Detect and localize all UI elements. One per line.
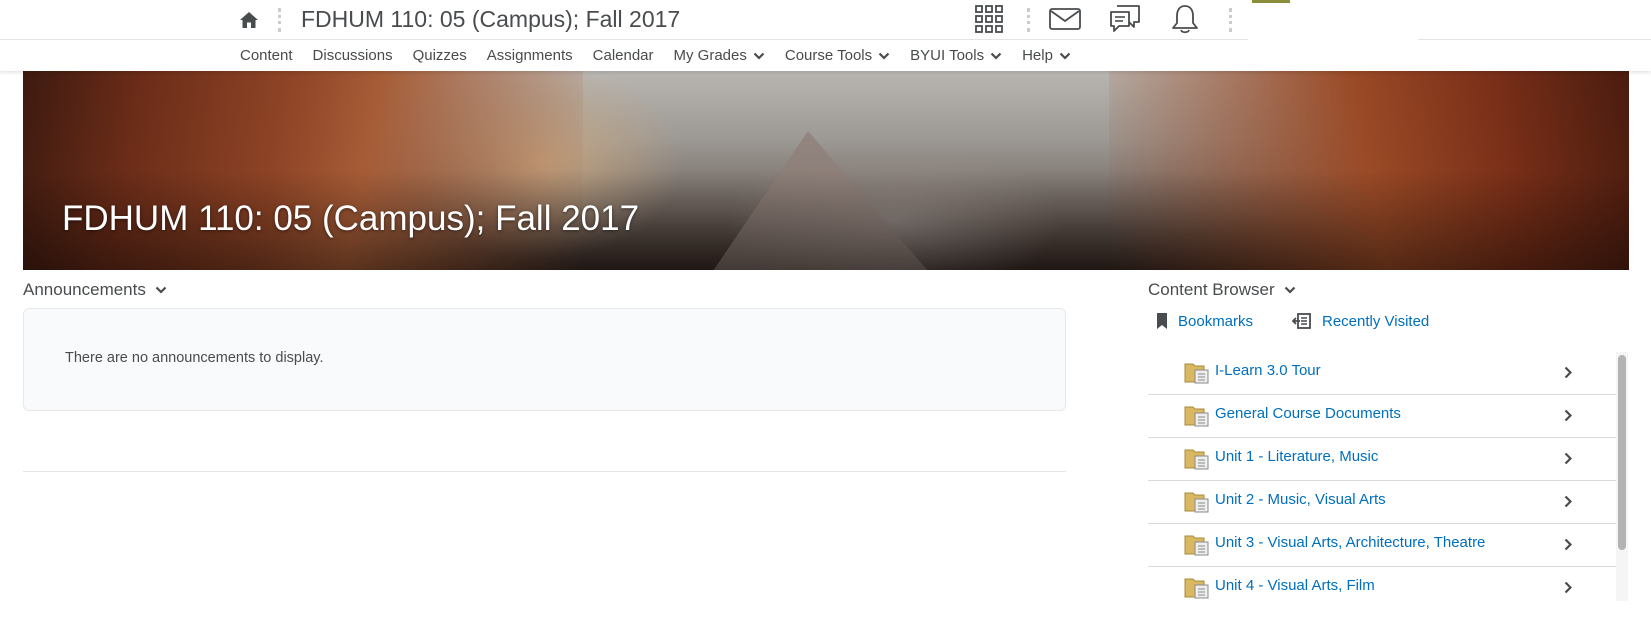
banner-shade: [23, 71, 1629, 270]
nav-content[interactable]: Content: [240, 47, 293, 64]
folder-icon: [1184, 575, 1210, 601]
chevron-right-icon: [1564, 495, 1573, 513]
notifications-button[interactable]: [1167, 2, 1203, 36]
chevron-down-icon: [1284, 286, 1296, 294]
course-selector-button[interactable]: [971, 2, 1007, 36]
list-item[interactable]: Unit 4 - Visual Arts, Film: [1148, 567, 1618, 601]
discussions-alerts-button[interactable]: [1107, 2, 1143, 36]
chat-bubbles-icon: [1110, 5, 1140, 32]
list-item[interactable]: General Course Documents: [1148, 395, 1618, 438]
content-browser-widget-title[interactable]: Content Browser: [1148, 280, 1296, 300]
folder-icon: [1184, 403, 1210, 432]
folder-icon: [1184, 532, 1210, 561]
chevron-right-icon: [1564, 409, 1573, 427]
chevron-right-icon: [1564, 366, 1573, 384]
nav-label: Discussions: [312, 47, 393, 64]
list-item-label: Unit 3 - Visual Arts, Architecture, Thea…: [1215, 534, 1486, 551]
divider: [278, 8, 281, 32]
divider: [23, 471, 1066, 472]
banner-title: FDHUM 110: 05 (Campus); Fall 2017: [62, 199, 640, 238]
bookmark-icon: [1156, 312, 1168, 330]
mail-icon: [1049, 8, 1081, 30]
chevron-down-icon: [155, 286, 167, 294]
announcements-widget-title[interactable]: Announcements: [23, 280, 167, 300]
nav-label: BYUI Tools: [910, 47, 985, 64]
nav-course-tools[interactable]: Course Tools: [785, 47, 890, 64]
divider: [1229, 8, 1232, 32]
user-menu[interactable]: [1248, 0, 1418, 40]
nav-byui-tools[interactable]: BYUI Tools: [910, 47, 1002, 64]
recently-visited-label: Recently Visited: [1322, 312, 1430, 330]
course-banner-image: FDHUM 110: 05 (Campus); Fall 2017: [23, 71, 1629, 270]
list-item-label: Unit 2 - Music, Visual Arts: [1215, 491, 1386, 508]
bookmarks-link[interactable]: Bookmarks: [1156, 312, 1253, 330]
home-button[interactable]: [236, 8, 262, 32]
nav-quizzes[interactable]: Quizzes: [413, 47, 467, 64]
messages-button[interactable]: [1047, 2, 1083, 36]
list-item[interactable]: I-Learn 3.0 Tour: [1148, 352, 1618, 395]
nav-label: My Grades: [673, 47, 747, 64]
list-item[interactable]: Unit 3 - Visual Arts, Architecture, Thea…: [1148, 524, 1618, 567]
nav-calendar[interactable]: Calendar: [593, 47, 654, 64]
bookmarks-label: Bookmarks: [1178, 312, 1254, 330]
nav-label: Help: [1022, 47, 1053, 64]
chevron-right-icon: [1564, 581, 1573, 599]
home-icon: [240, 12, 258, 28]
chevron-down-icon: [1059, 52, 1071, 60]
top-bar: FDHUM 110: 05 (Campus); Fall 2017: [0, 0, 1651, 40]
course-title[interactable]: FDHUM 110: 05 (Campus); Fall 2017: [301, 4, 680, 34]
folder-icon: [1184, 446, 1210, 475]
recently-visited-link[interactable]: Recently Visited: [1292, 312, 1429, 330]
nav-label: Calendar: [592, 47, 654, 64]
widget-title-label: Content Browser: [1148, 280, 1275, 299]
chevron-right-icon: [1564, 538, 1573, 556]
list-item-label: I-Learn 3.0 Tour: [1215, 362, 1321, 379]
list-item-label: Unit 1 - Literature, Music: [1215, 448, 1379, 465]
list-item[interactable]: Unit 1 - Literature, Music: [1148, 438, 1618, 481]
list-item-label: General Course Documents: [1215, 405, 1401, 422]
folder-icon: [1184, 360, 1210, 389]
widget-title-label: Announcements: [23, 280, 146, 299]
scrollbar-thumb[interactable]: [1618, 355, 1626, 550]
nav-label: Content: [240, 47, 293, 64]
announcements-empty-text: There are no announcements to display.: [65, 350, 324, 366]
divider: [1027, 8, 1030, 32]
chevron-right-icon: [1564, 452, 1573, 470]
chevron-down-icon: [878, 52, 890, 60]
bell-icon: [1172, 5, 1198, 34]
nav-label: Assignments: [486, 47, 573, 64]
navbar-list: Content Discussions Quizzes Assignments …: [240, 40, 1091, 71]
nav-my-grades[interactable]: My Grades: [674, 47, 765, 64]
list-item[interactable]: Unit 2 - Music, Visual Arts: [1148, 481, 1618, 524]
nav-label: Quizzes: [412, 47, 467, 64]
recently-visited-icon: [1292, 312, 1312, 330]
content-browser-list[interactable]: I-Learn 3.0 Tour General Course Document…: [1148, 352, 1618, 601]
avatar[interactable]: [1252, 0, 1290, 3]
course-navbar: Content Discussions Quizzes Assignments …: [0, 40, 1651, 71]
chevron-down-icon: [990, 52, 1002, 60]
announcements-panel: There are no announcements to display.: [23, 308, 1066, 411]
list-item-label: Unit 4 - Visual Arts, Film: [1215, 577, 1375, 594]
chevron-down-icon: [753, 52, 765, 60]
grid-icon: [975, 5, 1003, 33]
nav-label: Course Tools: [784, 47, 873, 64]
nav-discussions[interactable]: Discussions: [313, 47, 393, 64]
nav-assignments[interactable]: Assignments: [487, 47, 573, 64]
nav-help[interactable]: Help: [1022, 47, 1071, 64]
folder-icon: [1184, 489, 1210, 518]
